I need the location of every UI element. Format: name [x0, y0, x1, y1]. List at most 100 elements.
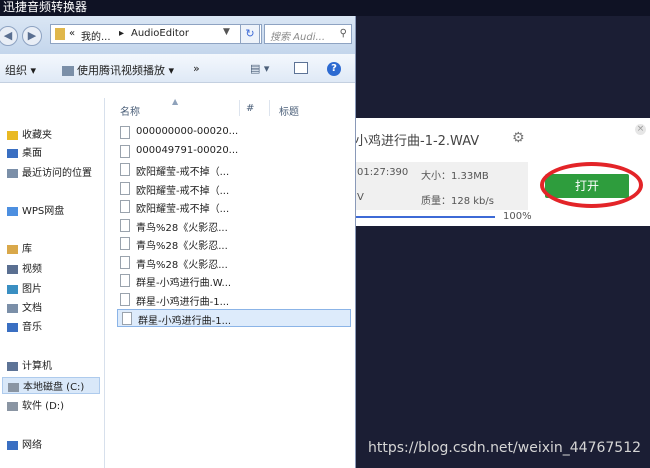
nav-item[interactable]: 收藏夹	[7, 126, 52, 141]
nav-item-icon	[7, 206, 18, 216]
refresh-icon[interactable]: ↻	[240, 24, 260, 44]
file-row[interactable]: 000000000-00020...	[116, 124, 351, 142]
nav-item-label: 收藏夹	[22, 130, 52, 141]
nav-item[interactable]: 网络	[7, 436, 42, 451]
search-placeholder: 搜索 Audi...	[270, 32, 326, 43]
file-row[interactable]: 群星-小鸡进行曲-1...	[116, 291, 351, 309]
file-name: 群星-小鸡进行曲-1...	[136, 296, 230, 308]
breadcrumb-my[interactable]: 我的...	[81, 28, 111, 43]
open-button[interactable]: 打开	[545, 174, 629, 198]
gear-icon[interactable]: ⚙	[512, 130, 528, 146]
document-icon	[120, 237, 130, 250]
nav-item-icon	[7, 361, 18, 371]
address-overflow[interactable]: «	[69, 28, 75, 39]
nav-item-label: 最近访问的位置	[22, 168, 92, 179]
file-row[interactable]: 欧阳耀莹-戒不掉（...	[116, 198, 351, 216]
nav-item-label: 库	[22, 244, 32, 255]
nav-item-label: 本地磁盘 (C:)	[23, 382, 85, 393]
sort-ascending-icon: ▲	[172, 97, 179, 106]
file-list-pane: ▲ 名称 # 标题 000000000-00020... 000049791-00…	[106, 97, 355, 468]
nav-item[interactable]: 音乐	[7, 318, 42, 333]
nav-item[interactable]: 软件 (D:)	[7, 397, 64, 412]
file-name: 青鸟%28《火影忍...	[136, 222, 228, 234]
nav-item-icon	[7, 284, 18, 294]
file-size: 大小：1.33MB	[421, 171, 489, 182]
nav-item-label: 计算机	[22, 361, 52, 372]
nav-item[interactable]: 视频	[7, 260, 42, 275]
nav-item[interactable]: 本地磁盘 (C:)	[2, 377, 100, 394]
column-header-name[interactable]: 名称	[120, 103, 140, 118]
address-dropdown-icon[interactable]: ▼	[223, 27, 230, 37]
nav-item[interactable]: 图片	[7, 280, 42, 295]
file-name: 000000000-00020...	[136, 126, 239, 137]
document-icon	[120, 126, 130, 139]
file-row[interactable]: 欧阳耀莹-戒不掉（...	[116, 161, 351, 179]
search-input[interactable]: 搜索 Audi... ⚲	[264, 24, 352, 44]
nav-item[interactable]: 桌面	[7, 144, 42, 159]
document-icon	[120, 255, 130, 269]
file-row[interactable]: 欧阳耀莹-戒不掉（...	[116, 180, 351, 198]
more-commands[interactable]: »	[193, 62, 200, 75]
nav-item[interactable]: WPS网盘	[7, 202, 64, 217]
converted-filename: 小鸡进行曲-1-2.WAV	[355, 134, 480, 149]
file-name: 青鸟%28《火影忍...	[136, 259, 228, 271]
file-explorer-window: ◀ ▶ « 我的... ▸ AudioEditor ▼ ↻ 搜索 Audi...…	[0, 16, 356, 468]
nav-item[interactable]: 文档	[7, 299, 42, 314]
nav-item-icon	[7, 401, 18, 411]
file-row[interactable]: 青鸟%28《火影忍...	[116, 254, 351, 272]
file-row[interactable]: 群星-小鸡进行曲.W...	[116, 272, 351, 290]
nav-item-icon	[7, 322, 18, 332]
nav-item-icon	[8, 382, 19, 392]
search-icon: ⚲	[339, 28, 347, 39]
header-divider[interactable]	[239, 100, 240, 116]
document-icon	[120, 163, 130, 176]
document-icon	[122, 312, 132, 325]
nav-item-label: 图片	[22, 284, 42, 295]
folder-icon	[55, 28, 65, 40]
watermark: https://blog.csdn.net/weixin_44767512	[368, 440, 642, 456]
forward-button[interactable]: ▶	[22, 26, 42, 46]
column-header-number[interactable]: #	[246, 103, 254, 114]
nav-item-icon	[7, 440, 18, 450]
address-bar[interactable]: « 我的... ▸ AudioEditor ▼	[50, 24, 262, 44]
file-name: 群星-小鸡进行曲-1...	[138, 316, 232, 327]
navigation-pane: 收藏夹桌面最近访问的位置 WPS网盘库视频图片文档音乐计算机本地磁盘 (C:) 软件…	[0, 98, 105, 468]
nav-item-icon	[7, 168, 18, 178]
document-icon	[120, 181, 130, 195]
nav-item[interactable]: 最近访问的位置	[7, 164, 92, 179]
file-row[interactable]: 000049791-00020...	[116, 143, 351, 161]
nav-item-label: 文档	[22, 303, 42, 314]
file-duration: 01:27:390	[357, 167, 409, 178]
breadcrumb-audioeditor[interactable]: AudioEditor	[131, 28, 189, 39]
nav-item-label: 音乐	[22, 322, 42, 333]
file-quality: 质量：128 kb/s	[421, 196, 494, 207]
converter-background	[355, 16, 650, 468]
nav-item[interactable]: 计算机	[7, 357, 52, 372]
views-menu[interactable]: ▤ ▾	[250, 62, 269, 75]
document-icon	[120, 274, 130, 287]
nav-item[interactable]: 库	[7, 240, 32, 255]
conversion-progress-bar	[355, 216, 495, 218]
file-name: 000049791-00020...	[136, 144, 239, 156]
file-name: 欧阳耀莹-戒不掉（...	[136, 167, 230, 178]
document-icon	[120, 292, 130, 306]
file-row[interactable]: 青鸟%28《火影忍...	[116, 217, 351, 235]
nav-item-label: 视频	[22, 264, 42, 275]
help-icon[interactable]: ?	[327, 62, 341, 76]
file-row[interactable]: 群星-小鸡进行曲-1...	[117, 309, 351, 327]
file-name: 群星-小鸡进行曲.W...	[136, 278, 232, 289]
file-row[interactable]: 青鸟%28《火影忍...	[116, 235, 351, 253]
nav-item-icon	[7, 303, 18, 313]
nav-item-icon	[7, 148, 18, 158]
play-with-label: 使用腾讯视频播放 ▾	[77, 64, 175, 77]
column-header-title[interactable]: 标题	[279, 103, 299, 118]
header-divider[interactable]	[269, 100, 270, 116]
preview-pane-icon[interactable]	[294, 62, 308, 74]
organize-menu[interactable]: 组织 ▾	[5, 62, 36, 78]
close-icon[interactable]: ×	[635, 124, 646, 135]
nav-item-label: 网络	[22, 440, 42, 451]
progress-label: 100%	[503, 211, 532, 222]
play-with-menu[interactable]: 使用腾讯视频播放 ▾	[62, 62, 174, 78]
converted-file-card: 小鸡进行曲-1-2.WAV ⚙ × 01:27:390 大小：1.33MB V …	[355, 118, 650, 226]
document-icon	[120, 218, 130, 232]
